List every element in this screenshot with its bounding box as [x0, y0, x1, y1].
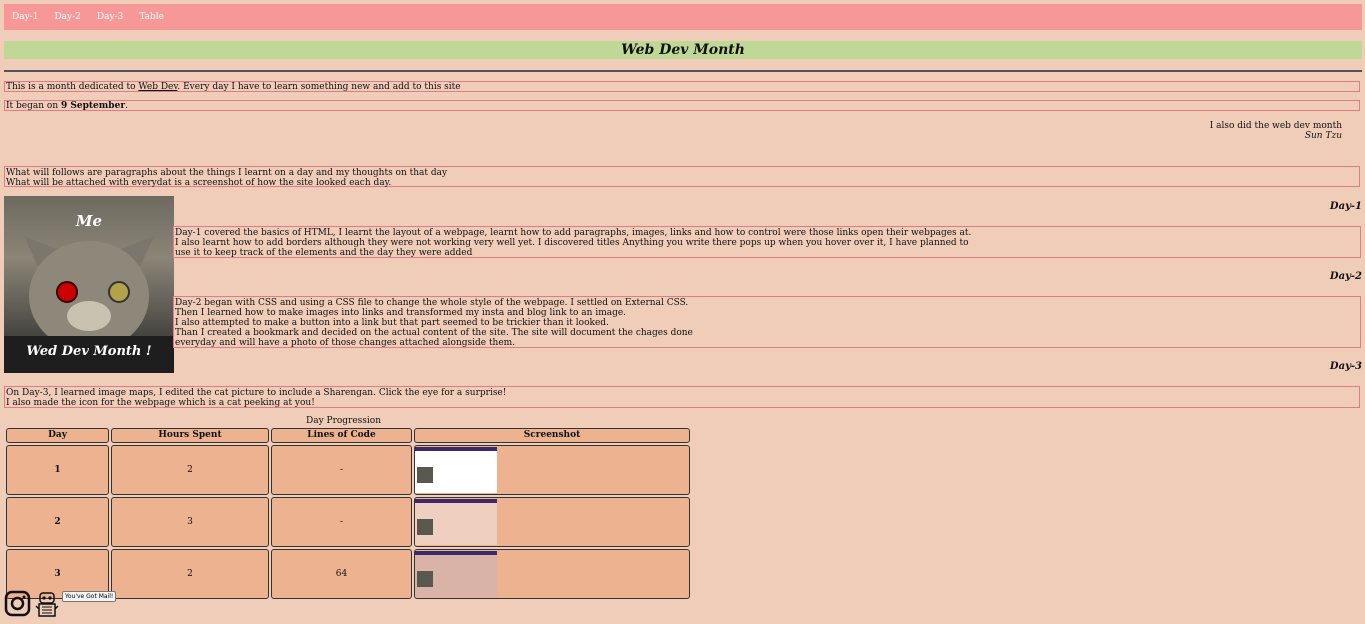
progress-table: Day Hours Spent Lines of Code Screenshot…	[4, 426, 692, 601]
top-nav: Day-1 Day-2 Day-3 Table	[4, 4, 1362, 30]
cell-lines: -	[271, 445, 412, 495]
table-row: 1 2 -	[6, 445, 690, 495]
cell-lines: -	[271, 497, 412, 547]
table-caption: Day Progression	[305, 416, 382, 426]
instagram-icon[interactable]	[4, 590, 31, 617]
page-title: Web Dev Month	[4, 41, 1362, 59]
intro-text-end: . Every day I have to learn something ne…	[177, 82, 461, 92]
start-text-end: .	[125, 101, 128, 111]
footer-links: You've Got Mail!	[4, 590, 117, 619]
day-2-line: everyday and will have a photo of those …	[175, 338, 516, 348]
day-3-heading: Day-3	[1329, 361, 1362, 372]
blog-robot-icon[interactable]	[34, 590, 60, 619]
cell-hours: 2	[111, 549, 269, 599]
table-row: 2 3 -	[6, 497, 690, 547]
day-2-line: Then I learned how to make images into l…	[175, 308, 627, 318]
mail-button[interactable]: You've Got Mail!	[62, 591, 117, 602]
day-3-line: On Day-3, I learned image maps, I edited…	[6, 388, 507, 398]
start-date: 9 September	[60, 101, 126, 111]
follow-box: What will follows are paragraphs about t…	[4, 166, 1360, 188]
nav-day-1[interactable]: Day-1	[12, 12, 38, 22]
sharingan-eye-icon[interactable]	[56, 281, 78, 303]
follow-line-2: What will be attached with everydat is a…	[6, 178, 392, 188]
day-2-line: Day-2 began with CSS and using a CSS fil…	[175, 298, 689, 308]
cat-image-bottom-text: Wed Dev Month !	[26, 344, 152, 359]
header-screenshot: Screenshot	[414, 428, 690, 443]
day-1-box: Day-1 covered the basics of HTML, I lear…	[173, 226, 1361, 258]
header-hours: Hours Spent	[111, 428, 269, 443]
screenshot-thumbnail[interactable]	[415, 447, 497, 493]
intro-text: This is a month dedicated to	[6, 82, 139, 92]
day-1-line: I also learnt how to add borders althoug…	[175, 238, 969, 248]
table-header-row: Day Hours Spent Lines of Code Screenshot	[6, 428, 690, 443]
nav-day-3[interactable]: Day-3	[97, 12, 123, 22]
nav-table[interactable]: Table	[139, 12, 164, 22]
cell-screenshot	[414, 549, 690, 599]
divider	[4, 70, 1362, 72]
cell-hours: 2	[111, 445, 269, 495]
screenshot-thumbnail[interactable]	[415, 551, 497, 597]
day-2-line: I also attempted to make a button into a…	[175, 318, 609, 328]
intro-box: This is a month dedicated to Web Dev. Ev…	[4, 81, 1360, 92]
header-lines: Lines of Code	[271, 428, 412, 443]
cell-day: 2	[6, 497, 109, 547]
cat-image-top-text: Me	[75, 212, 103, 230]
web-dev-link[interactable]: Web Dev	[138, 82, 177, 92]
cell-hours: 3	[111, 497, 269, 547]
day-1-heading: Day-1	[1329, 201, 1362, 212]
quote-text: I also did the web dev month	[1209, 121, 1342, 131]
quote-author: Sun Tzu	[1304, 131, 1342, 141]
cell-day: 1	[6, 445, 109, 495]
cell-screenshot	[414, 445, 690, 495]
day-2-line: Than I created a bookmark and decided on…	[175, 328, 693, 338]
day-3-line: I also made the icon for the webpage whi…	[6, 398, 315, 408]
start-date-box: It began on 9 September.	[4, 100, 1360, 111]
day-3-box: On Day-3, I learned image maps, I edited…	[4, 386, 1360, 408]
day-1-line: use it to keep track of the elements and…	[175, 248, 473, 258]
follow-line-1: What will follows are paragraphs about t…	[6, 168, 448, 178]
screenshot-thumbnail[interactable]	[415, 499, 497, 545]
day-2-heading: Day-2	[1329, 271, 1362, 282]
quote-block: I also did the web dev month Sun Tzu	[1210, 121, 1342, 141]
cat-eye-icon	[108, 281, 130, 303]
start-text: It began on	[6, 101, 61, 111]
nav-day-2[interactable]: Day-2	[54, 12, 80, 22]
cat-image[interactable]: Me Wed Dev Month !	[4, 196, 174, 373]
day-1-line: Day-1 covered the basics of HTML, I lear…	[175, 228, 972, 238]
header-day: Day	[6, 428, 109, 443]
cell-screenshot	[414, 497, 690, 547]
day-2-box: Day-2 began with CSS and using a CSS fil…	[173, 296, 1361, 348]
cell-lines: 64	[271, 549, 412, 599]
